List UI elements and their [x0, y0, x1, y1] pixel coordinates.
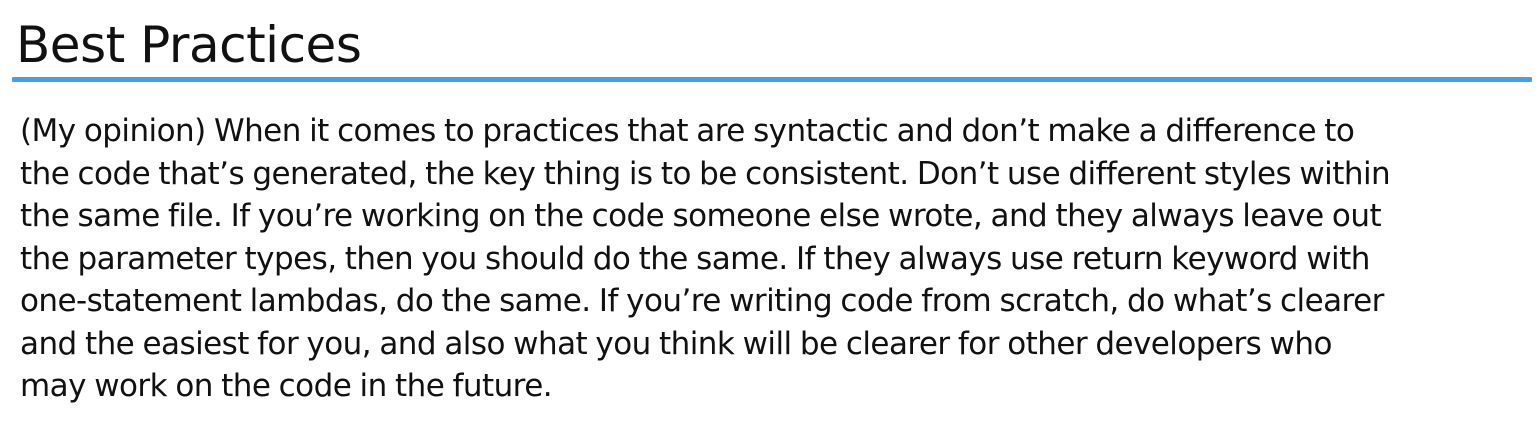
body-line-7: may work on the code in the future. — [20, 368, 553, 404]
slide-title: Best Practices — [16, 16, 362, 74]
body-line-3: the same file. If you’re working on the … — [20, 198, 1382, 234]
body-line-4: the parameter types, then you should do … — [20, 240, 1370, 277]
body-line-1: (My opinion) When it comes to practices … — [20, 113, 1355, 149]
body-line-6: and the easiest for you, and also what y… — [20, 325, 1332, 362]
body-line-5: one-statement lambdas, do the same. If y… — [20, 283, 1384, 319]
body-line-2: the code that’s generated, the key thing… — [20, 155, 1391, 192]
slide: Best Practices (My opinion) When it come… — [0, 0, 1540, 432]
title-underline — [12, 77, 1532, 82]
slide-body: (My opinion) When it comes to practices … — [20, 110, 1532, 408]
